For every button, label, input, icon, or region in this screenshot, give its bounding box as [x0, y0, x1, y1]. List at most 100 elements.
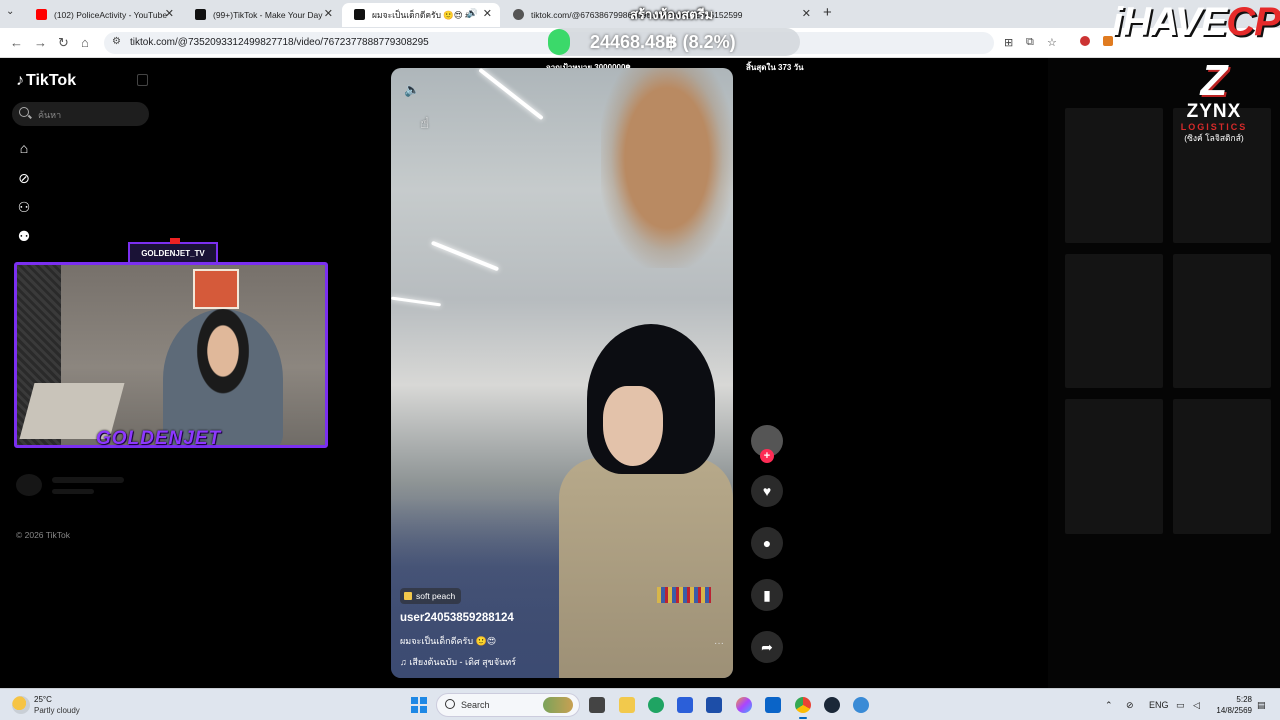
- tab-tiktok-video[interactable]: ผมจะเป็นเด็กดีครับ 🙂😍 #ไว้เป็... 🔊 ✕: [342, 3, 500, 27]
- uniform-ribbons: [657, 587, 711, 603]
- close-icon[interactable]: ✕: [483, 7, 492, 20]
- globe-icon: [513, 9, 524, 20]
- video-music[interactable]: ♫ เสียงต้นฉบับ - เดิศ สุขจันทร์: [400, 655, 516, 669]
- bookmark-star-icon[interactable]: ☆: [1047, 36, 1057, 49]
- sponsor-logo: Z ZYNX LOGISTICS (ซิงค์ โลจิสติกส์): [1168, 56, 1260, 144]
- weather-temperature[interactable]: 25°C: [34, 695, 52, 704]
- steam-icon[interactable]: [824, 697, 840, 713]
- calculator-icon[interactable]: [706, 697, 722, 713]
- tiktok-icon: [195, 9, 206, 20]
- tab-title: (99+)TikTok - Make Your Day: [213, 10, 323, 20]
- volume-icon[interactable]: 🔈: [404, 82, 420, 98]
- forward-icon[interactable]: →: [34, 35, 47, 50]
- search-placeholder: ค้นหา: [38, 110, 62, 120]
- chrome-icon[interactable]: [795, 697, 811, 719]
- taskbar: 25°C Partly cloudy Search ⌃ ⊘ ENG ▭ ◁ 5:…: [0, 688, 1280, 720]
- home-icon[interactable]: ⌂: [16, 140, 32, 156]
- search-icon: [19, 107, 29, 117]
- back-icon[interactable]: ←: [10, 35, 23, 50]
- home-icon[interactable]: ⌂: [81, 35, 89, 50]
- skeleton-line: [52, 489, 94, 494]
- ceiling-light: [430, 240, 500, 272]
- skeleton-line: [52, 477, 124, 483]
- like-icon[interactable]: ♥: [751, 475, 783, 507]
- video-thumbnail-skeleton[interactable]: [1065, 399, 1163, 534]
- close-icon[interactable]: ✕: [324, 7, 333, 20]
- person-face: [603, 386, 663, 466]
- tag-label: soft peach: [416, 591, 456, 601]
- reload-icon[interactable]: ↻: [58, 35, 69, 51]
- app-icon[interactable]: [677, 697, 693, 713]
- video-thumbnail-skeleton[interactable]: [1173, 399, 1271, 534]
- sponsor-mark: Z: [1200, 56, 1228, 105]
- adblock-icon[interactable]: [1080, 36, 1090, 46]
- skeleton-avatar: [16, 474, 42, 496]
- start-button[interactable]: [411, 697, 427, 713]
- tab-youtube[interactable]: (102) PoliceActivity - YouTube ✕: [24, 3, 182, 27]
- translate-icon[interactable]: ⊞: [1004, 36, 1013, 49]
- webcam-bottom-label: GOLDENJET: [96, 428, 222, 449]
- tiktok-icon: ♪: [16, 72, 24, 89]
- video-thumbnail-skeleton[interactable]: [1065, 108, 1163, 243]
- mouse-cursor-icon: ☝: [420, 115, 430, 132]
- network-off-icon[interactable]: ⊘: [1126, 700, 1134, 711]
- weather-icon[interactable]: [12, 696, 30, 714]
- follow-button[interactable]: +: [760, 449, 774, 463]
- person-uniform: [559, 458, 733, 678]
- edge-icon[interactable]: [648, 697, 664, 713]
- tab-title: (102) PoliceActivity - YouTube: [54, 10, 168, 20]
- friends-icon[interactable]: ⚉: [16, 228, 32, 244]
- new-tab-button[interactable]: +: [823, 4, 832, 21]
- video-thumbnail-skeleton[interactable]: [1065, 254, 1163, 388]
- taskbar-search-label: Search: [461, 700, 490, 710]
- install-icon[interactable]: ⧉: [1026, 36, 1034, 49]
- sponsor-subtitle: LOGISTICS: [1180, 122, 1248, 132]
- show-hidden-icons[interactable]: ⌃: [1105, 700, 1113, 711]
- speaker-icon[interactable]: 🔊: [467, 8, 478, 19]
- following-icon[interactable]: ⚇: [16, 199, 32, 215]
- ceiling-light: [478, 68, 544, 121]
- taskbar-search[interactable]: Search: [436, 693, 580, 717]
- search-icon: [445, 699, 455, 709]
- video-tag[interactable]: soft peach: [400, 588, 462, 604]
- file-explorer-icon[interactable]: [619, 697, 635, 713]
- webcam-top-label: GOLDENJET_TV: [128, 238, 218, 264]
- recommendation-panel: [1048, 58, 1280, 688]
- clock[interactable]: 5:28 14/8/2569: [1212, 694, 1252, 716]
- close-icon[interactable]: ✕: [165, 7, 174, 20]
- tab-tiktok-home[interactable]: (99+)TikTok - Make Your Day ✕: [183, 3, 341, 27]
- notification-icon[interactable]: ▤: [1257, 700, 1266, 711]
- weather-description[interactable]: Partly cloudy: [34, 706, 80, 715]
- sponsor-thai-name: (ซิงค์ โลจิสติกส์): [1184, 133, 1244, 143]
- explore-icon[interactable]: ⊘: [16, 170, 32, 186]
- collapse-sidebar-icon[interactable]: [137, 74, 148, 86]
- language-indicator[interactable]: ENG: [1149, 700, 1169, 710]
- outlook-icon[interactable]: [765, 697, 781, 713]
- search-highlight-image: [543, 697, 573, 713]
- more-options-icon[interactable]: ···: [714, 638, 724, 649]
- site-info-icon[interactable]: ⚙: [112, 36, 121, 47]
- close-icon[interactable]: ✕: [802, 7, 811, 20]
- bookmark-icon[interactable]: ▮: [751, 579, 783, 611]
- blurred-hand: [601, 68, 733, 268]
- share-icon[interactable]: ➦: [751, 631, 783, 663]
- comment-icon[interactable]: ●: [751, 527, 783, 559]
- wifi-icon[interactable]: ▭: [1176, 700, 1185, 711]
- video-caption: ผมจะเป็นเด็กดีครับ 🙂😍: [400, 636, 497, 646]
- video-author[interactable]: user24053859288124: [400, 612, 514, 624]
- tiktok-logo[interactable]: ♪ TikTok: [16, 72, 76, 90]
- app-icon[interactable]: [853, 697, 869, 713]
- donation-progress-bar: 24468.48฿ (8.2%): [548, 28, 800, 56]
- video-thumbnail-skeleton[interactable]: [1173, 254, 1271, 388]
- streamer-brand-logo: iHAVECPU: [1112, 0, 1280, 44]
- copilot-icon[interactable]: [736, 697, 752, 713]
- search-input[interactable]: ค้นหา: [12, 102, 149, 126]
- task-view-icon[interactable]: [589, 697, 605, 713]
- tag-icon: [404, 592, 412, 600]
- brand-part-a: iHAVE: [1112, 0, 1227, 44]
- tab-search-icon[interactable]: ⌄: [6, 6, 14, 17]
- url-text[interactable]: tiktok.com/@7352093312499827718/video/76…: [130, 37, 429, 48]
- tiktok-icon: [354, 9, 365, 20]
- ceiling-light: [391, 296, 441, 307]
- volume-icon[interactable]: ◁: [1193, 700, 1200, 711]
